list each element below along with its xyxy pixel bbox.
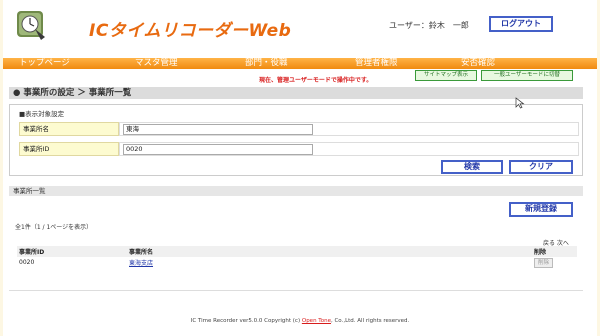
nav-item-top[interactable]: トップページ [19, 58, 70, 69]
header: ICタイムリコーダーWeb ユーザー：鈴木 一郎 ログアウト [3, 0, 597, 52]
company-link[interactable]: Open Tone [302, 318, 331, 324]
id-input[interactable]: 0020 [123, 144, 313, 155]
logout-button[interactable]: ログアウト [489, 16, 553, 32]
nav-item-safety[interactable]: 安否確認 [461, 58, 495, 69]
id-field-cell: 0020 [119, 142, 579, 156]
filter-title: ■表示対象設定 [19, 110, 65, 118]
table-row: 0020 東海支店 削除 [17, 257, 577, 268]
id-row: 事業所ID 0020 [19, 142, 579, 156]
delete-button[interactable]: 削除 [534, 257, 554, 268]
cell-delete: 削除 [532, 257, 577, 268]
cell-id: 0020 [19, 259, 35, 266]
table-header-row: 事業所ID 事業所名 削除 [17, 246, 577, 257]
clear-button[interactable]: クリア [509, 160, 573, 174]
mode-message: 現在、管理ユーザーモードで操作中です。 [259, 77, 373, 84]
user-label: ユーザー：鈴木 一郎 [389, 21, 469, 30]
divider [9, 290, 583, 291]
sitemap-button[interactable]: サイトマップ表示 [415, 70, 477, 81]
footer-prefix: IC Time Recorder ver5.0.0 Copyright (c) [190, 318, 302, 324]
column-header-id: 事業所ID [19, 249, 45, 256]
main-nav: トップページ マスタ管理 部門・役職 管理者権限 安否確認 [3, 58, 597, 69]
column-header-name: 事業所名 [129, 249, 154, 256]
name-row: 事業所名 東海 [19, 122, 579, 136]
page: ICタイムリコーダーWeb ユーザー：鈴木 一郎 ログアウト トップページ マス… [3, 0, 597, 336]
mouse-cursor-icon [515, 97, 525, 109]
id-label: 事業所ID [19, 142, 119, 156]
switch-mode-button[interactable]: 一般ユーザーモードに切替 [481, 70, 573, 81]
time-recorder-logo-icon [17, 11, 45, 40]
nav-item-department[interactable]: 部門・役職 [245, 58, 288, 69]
app-title: ICタイムリコーダーWeb [89, 21, 292, 41]
nav-item-admin-rights[interactable]: 管理者権限 [355, 58, 398, 69]
office-name-link[interactable]: 東海支店 [129, 260, 153, 267]
footer: IC Time Recorder ver5.0.0 Copyright (c) … [3, 318, 597, 324]
nav-item-master[interactable]: マスタ管理 [135, 58, 178, 69]
result-table: 事業所ID 事業所名 削除 0020 東海支店 削除 [17, 246, 577, 268]
footer-suffix: , Co.,Ltd. All rights reserved. [330, 318, 410, 324]
name-input[interactable]: 東海 [123, 124, 313, 135]
breadcrumb: ● 事業所の設定 ＞ 事業所一覧 [9, 87, 583, 99]
cell-name: 東海支店 [127, 257, 532, 268]
name-field-cell: 東海 [119, 122, 579, 136]
new-button[interactable]: 新規登録 [509, 202, 573, 217]
search-button[interactable]: 検索 [441, 160, 503, 174]
list-title: 事業所一覧 [9, 186, 583, 196]
name-label: 事業所名 [19, 122, 119, 136]
result-count: 全1件（1 / 1ページを表示） [15, 224, 93, 231]
column-header-delete: 削除 [534, 249, 547, 256]
